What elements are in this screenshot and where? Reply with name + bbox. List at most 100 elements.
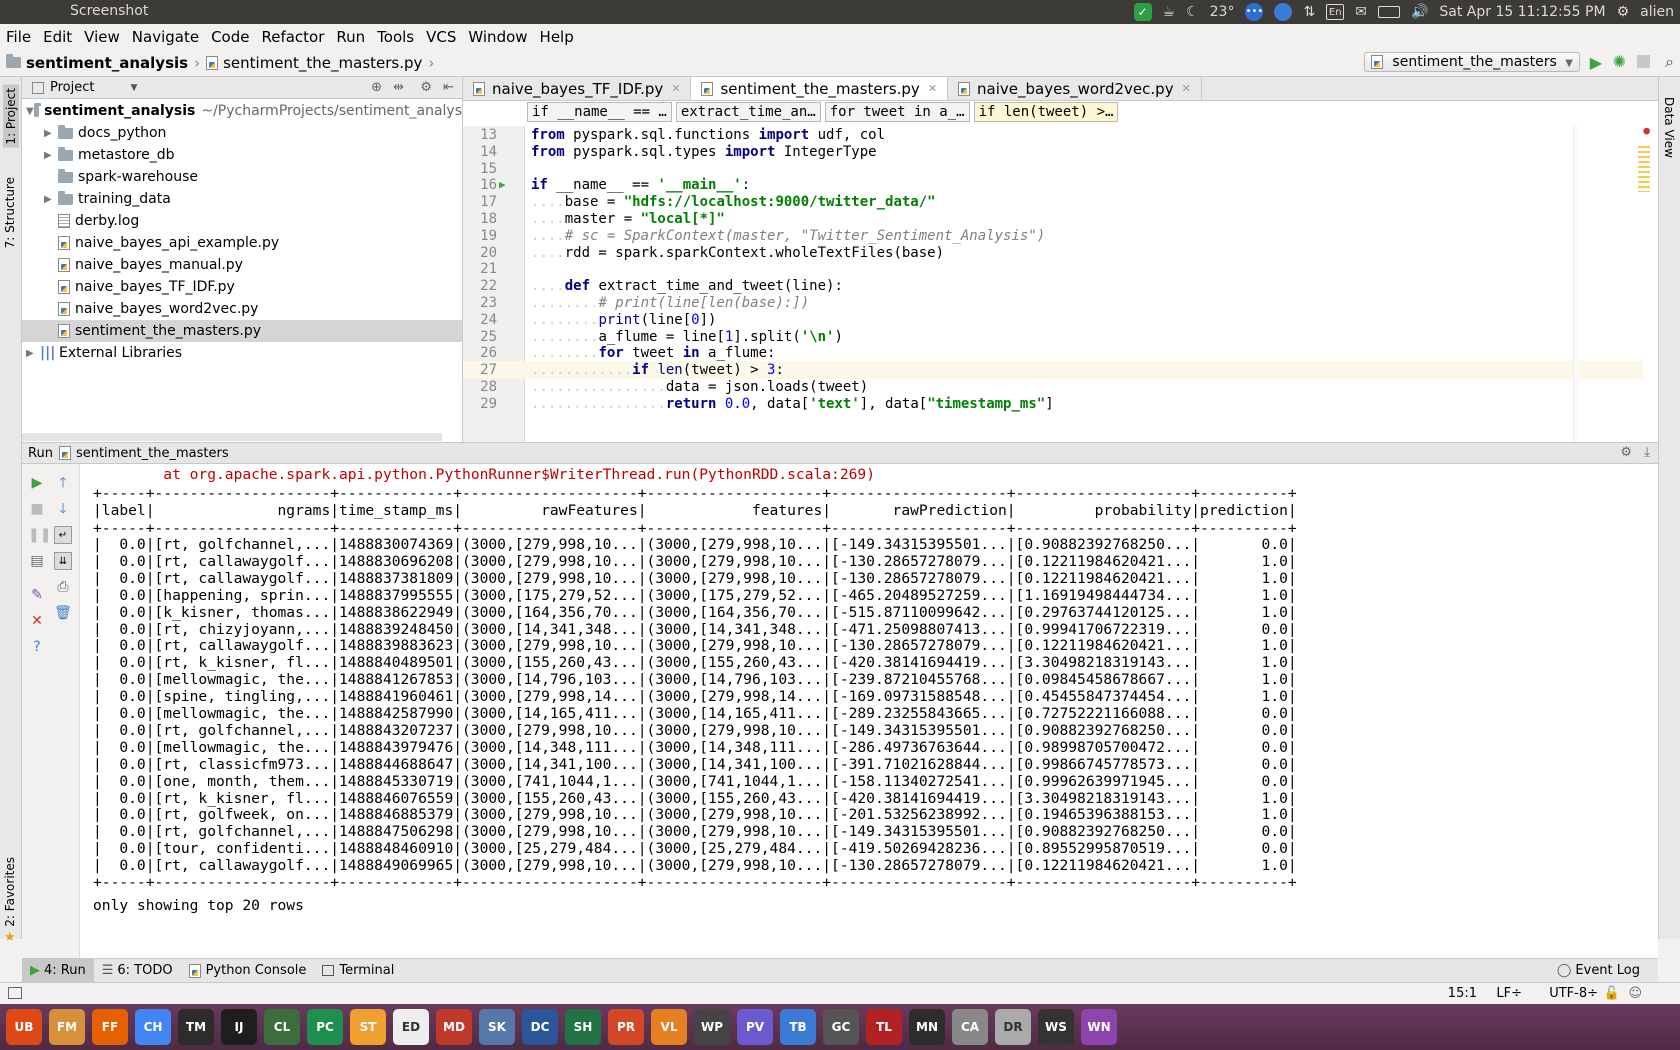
mail-icon[interactable]: ✉ (1355, 4, 1367, 20)
pin-icon[interactable]: ✎ (28, 586, 46, 604)
code-crumb[interactable]: for tweet in a_… (824, 102, 970, 122)
menu-refactor[interactable]: Refactor (255, 28, 330, 46)
chevron-right-icon[interactable]: ▶ (44, 128, 58, 139)
trash-icon[interactable]: 🗑 (54, 604, 72, 622)
gear-icon[interactable]: ⚙ (420, 80, 432, 95)
run-panel-config[interactable]: sentiment_the_masters (76, 446, 229, 461)
code-line[interactable]: 27 ............if len(tweet) > 3: (463, 361, 1643, 380)
launcher-app-icon[interactable]: DC (522, 1009, 558, 1045)
project-panel-title[interactable]: Project (50, 80, 94, 95)
gear-icon[interactable]: ⚙ (1620, 445, 1632, 460)
lock-icon[interactable]: 🔓 (1604, 986, 1620, 1001)
launcher-app-icon[interactable]: PC (307, 1009, 343, 1045)
tree-item[interactable]: ▶ metastore_db (22, 144, 462, 166)
code-line[interactable]: 14 from pyspark.sql.types import IntegerT… (463, 143, 1643, 161)
check-icon[interactable]: ✓ (1133, 3, 1152, 21)
layout-icon[interactable]: ▤ (28, 552, 46, 570)
tab-python-console[interactable]: Python Console (181, 959, 315, 983)
close-icon[interactable]: ✕ (28, 612, 46, 630)
code-line[interactable]: 18 ....master = "local[*]" (463, 210, 1643, 228)
code-line[interactable]: 24 ........print(line[0]) (463, 311, 1643, 329)
menu-run[interactable]: Run (330, 28, 371, 46)
stop-icon[interactable] (1637, 55, 1650, 68)
launcher-app-icon[interactable]: DR (995, 1009, 1031, 1045)
code-line[interactable]: 25 ........a_flume = line[1].split('\n') (463, 328, 1643, 346)
close-icon[interactable]: ✕ (1182, 82, 1191, 95)
chevron-down-icon[interactable]: ▼ (26, 106, 34, 117)
tree-item[interactable]: naive_bayes_TF_IDF.py (22, 276, 462, 298)
tab-terminal[interactable]: Terminal (314, 959, 402, 983)
menu-tools[interactable]: Tools (371, 28, 420, 46)
pause-icon[interactable]: ❚❚ (28, 526, 51, 544)
code-crumb[interactable]: if __name__ == … (527, 102, 672, 122)
sync-icon[interactable] (1274, 3, 1293, 21)
hide-icon[interactable]: ⤓ (1644, 445, 1650, 460)
stop-icon[interactable]: ■ (28, 500, 46, 518)
tree-external-libraries[interactable]: ▶ ||| External Libraries (22, 342, 462, 364)
gear-icon[interactable]: ⚙ (1617, 4, 1630, 20)
battery-icon[interactable] (1377, 6, 1400, 18)
user-name[interactable]: alien (1640, 4, 1674, 20)
rerun-icon[interactable]: ▶ (28, 474, 46, 492)
launcher-app-icon[interactable]: WP (694, 1009, 730, 1045)
volume-icon[interactable]: 🔊 (1411, 4, 1428, 20)
menu-help[interactable]: Help (534, 28, 580, 46)
horizontal-scrollbar[interactable] (22, 433, 442, 441)
launcher-app-icon[interactable]: VL (651, 1009, 687, 1045)
moon-icon[interactable]: ☾ (1186, 4, 1199, 20)
tree-item[interactable]: ▶ docs_python (22, 122, 462, 144)
code-line[interactable]: 22 ....def extract_time_and_tweet(line): (463, 277, 1643, 295)
code-line[interactable]: 21 (463, 260, 1643, 278)
coffee-icon[interactable]: ☕ (1163, 4, 1176, 20)
collapse-icon[interactable]: ⇹ (393, 80, 404, 95)
tab-naive-bayes-tf-idf[interactable]: naive_bayes_TF_IDF.py ✕ (463, 77, 692, 100)
nav-project[interactable]: sentiment_analysis (26, 54, 188, 72)
inspector-icon[interactable]: ☺ (1628, 986, 1642, 1001)
tab-todo[interactable]: ☰ 6: TODO (94, 959, 181, 983)
launcher-app-icon[interactable]: PR (608, 1009, 644, 1045)
tree-item[interactable]: naive_bayes_manual.py (22, 254, 462, 276)
menu-edit[interactable]: Edit (37, 28, 78, 46)
launcher-app-icon[interactable]: FM (49, 1009, 85, 1045)
up-arrow-icon[interactable]: 🡑 (54, 474, 72, 492)
chevron-right-icon[interactable]: ▶ (26, 348, 40, 359)
error-indicator-icon[interactable]: ● (1643, 126, 1650, 137)
code-line[interactable]: 13 from pyspark.sql.functions import udf,… (463, 126, 1643, 144)
menu-vcs[interactable]: VCS (420, 28, 462, 46)
launcher-app-icon[interactable]: TL (866, 1009, 902, 1045)
menu-view[interactable]: View (78, 28, 126, 46)
nav-file[interactable]: sentiment_the_masters.py (223, 54, 422, 72)
tree-item[interactable]: naive_bayes_api_example.py (22, 232, 462, 254)
code-line[interactable]: 19 ....# sc = SparkContext(master, "Twitt… (463, 227, 1643, 245)
code-line[interactable]: 26 ........for tweet in a_flume: (463, 344, 1643, 362)
chat-icon[interactable]: ••• (1245, 3, 1264, 21)
tree-item[interactable]: sentiment_the_masters.py (22, 320, 462, 342)
transfer-icon[interactable]: ⇅ (1303, 4, 1315, 20)
soft-wrap-icon[interactable]: ↵ (54, 526, 72, 544)
launcher-app-icon[interactable]: CA (952, 1009, 988, 1045)
launcher-app-icon[interactable]: UB (6, 1009, 42, 1045)
chevron-right-icon[interactable]: ▶ (44, 150, 58, 161)
launcher-app-icon[interactable]: TB (780, 1009, 816, 1045)
locate-icon[interactable]: ⊕ (371, 80, 382, 95)
code-line[interactable]: 28 ................data = json.loads(twee… (463, 378, 1643, 396)
run-gutter-icon[interactable]: ▶ (499, 178, 506, 191)
code-crumb[interactable]: extract_time_an… (675, 102, 821, 122)
launcher-app-icon[interactable]: CH (135, 1009, 171, 1045)
warning-markers[interactable] (1638, 146, 1650, 192)
menu-file[interactable]: File (0, 28, 37, 46)
debug-icon[interactable]: ✺ (1613, 52, 1626, 71)
code-line[interactable]: 17 ....base = "hdfs://localhost:9000/twit… (463, 193, 1643, 211)
code-line[interactable]: 23 ........# print(line[len(base):]) (463, 294, 1643, 312)
menu-navigate[interactable]: Navigate (126, 28, 205, 46)
launcher-app-icon[interactable]: SH (565, 1009, 601, 1045)
tab-run[interactable]: ▶ 4: Run (22, 958, 94, 983)
code-line[interactable]: 29 ................return 0.0, data['text… (463, 395, 1643, 413)
launcher-app-icon[interactable]: MD (436, 1009, 472, 1045)
caret-position[interactable]: 15:1 (1448, 986, 1477, 1001)
launcher-app-icon[interactable]: SK (479, 1009, 515, 1045)
event-log-button[interactable]: ◯ Event Log (1549, 959, 1648, 983)
launcher-app-icon[interactable]: ST (350, 1009, 386, 1045)
tab-sentiment-the-masters[interactable]: sentiment_the_masters.py ✕ (691, 77, 949, 100)
code-crumb[interactable]: if len(tweet) >… (973, 102, 1119, 122)
